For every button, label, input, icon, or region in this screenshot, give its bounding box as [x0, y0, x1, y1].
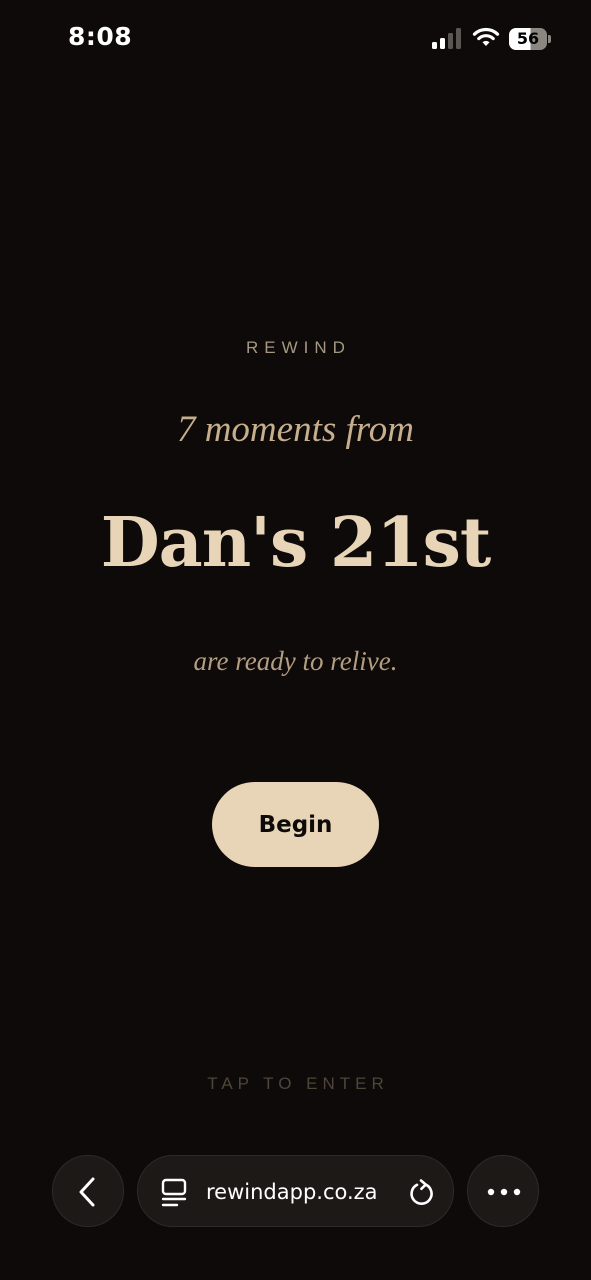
begin-button[interactable]: Begin [212, 782, 379, 867]
intro-text: 7 moments from [176, 409, 415, 450]
subline-text: are ready to relive. [193, 646, 398, 676]
battery-tip [548, 35, 551, 43]
tap-hint: TAP TO ENTER [207, 1074, 389, 1093]
more-button[interactable] [467, 1155, 539, 1227]
status-time: 8:08 [68, 22, 133, 51]
reader-icon [161, 1178, 187, 1207]
back-icon [79, 1177, 95, 1207]
battery-icon: 56 [509, 28, 551, 50]
browser-toolbar: rewindapp.co.za [0, 1155, 591, 1229]
brand-label: REWIND [246, 338, 351, 357]
back-button[interactable] [52, 1155, 124, 1227]
battery-level: 56 [516, 29, 540, 48]
status-bar: 8:08 56 [0, 0, 591, 80]
event-title: Dan's 21st [100, 503, 492, 583]
address-bar[interactable]: rewindapp.co.za [137, 1155, 454, 1227]
reload-icon[interactable] [408, 1178, 436, 1208]
signal-icon [432, 28, 461, 49]
more-icon [487, 1188, 521, 1196]
url-text: rewindapp.co.za [206, 1180, 378, 1204]
wifi-icon [472, 27, 500, 46]
